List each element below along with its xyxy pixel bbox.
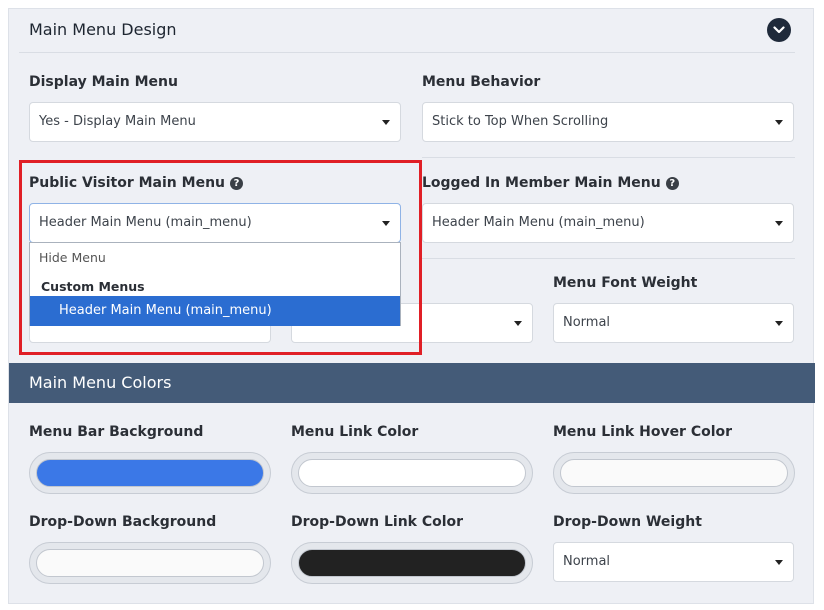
- display-main-menu-label: Display Main Menu: [29, 74, 178, 90]
- public-visitor-menu-label: Public Visitor Main Menu?: [29, 175, 244, 191]
- logged-in-menu-label: Logged In Member Main Menu?: [422, 175, 679, 191]
- menu-font-weight-label: Menu Font Weight: [553, 275, 698, 291]
- menu-bar-background-swatch[interactable]: [29, 452, 271, 494]
- menu-font-weight-select[interactable]: Normal: [553, 303, 794, 343]
- menu-link-hover-color-fill: [560, 459, 788, 487]
- dropdown-option-header-main-menu[interactable]: Header Main Menu (main_menu): [30, 296, 400, 326]
- colors-section-title: Main Menu Colors: [29, 373, 172, 392]
- caret-down-icon: [775, 120, 783, 125]
- menu-behavior-label: Menu Behavior: [422, 74, 541, 90]
- dropdown-weight-select[interactable]: Normal: [553, 542, 794, 582]
- dropdown-link-color-fill: [298, 549, 526, 577]
- caret-down-icon: [775, 321, 783, 326]
- public-visitor-menu-value: Header Main Menu (main_menu): [39, 215, 252, 230]
- public-visitor-menu-select[interactable]: Header Main Menu (main_menu): [29, 203, 401, 243]
- collapse-button[interactable]: [767, 18, 791, 42]
- dropdown-weight-value: Normal: [563, 554, 611, 569]
- caret-down-icon: [514, 321, 522, 326]
- chevron-down-icon: [773, 26, 785, 34]
- menu-link-color-label: Menu Link Color: [291, 424, 419, 440]
- menu-font-weight-value: Normal: [563, 315, 611, 330]
- display-main-menu-select[interactable]: Yes - Display Main Menu: [29, 102, 401, 142]
- caret-down-icon: [775, 221, 783, 226]
- menu-design-header: Main Menu Design: [9, 9, 815, 53]
- dropdown-group-custom-menus: Custom Menus: [41, 279, 145, 294]
- menu-link-hover-color-swatch[interactable]: [553, 452, 795, 494]
- help-icon[interactable]: ?: [665, 177, 679, 190]
- divider: [422, 157, 795, 158]
- caret-down-icon: [382, 221, 390, 226]
- logged-in-menu-label-text: Logged In Member Main Menu: [422, 175, 661, 191]
- menu-bar-background-label: Menu Bar Background: [29, 424, 204, 440]
- section-title: Main Menu Design: [29, 20, 177, 39]
- public-visitor-menu-label-text: Public Visitor Main Menu: [29, 175, 226, 191]
- menu-link-color-fill: [298, 459, 526, 487]
- dropdown-option-hide-menu[interactable]: Hide Menu: [39, 250, 106, 265]
- logged-in-menu-value: Header Main Menu (main_menu): [432, 215, 645, 230]
- display-main-menu-value: Yes - Display Main Menu: [39, 114, 196, 129]
- help-icon[interactable]: ?: [230, 177, 244, 190]
- dropdown-background-fill: [36, 549, 264, 577]
- menu-bar-background-fill: [36, 459, 264, 487]
- dropdown-weight-label: Drop-Down Weight: [553, 514, 702, 530]
- dropdown-background-label: Drop-Down Background: [29, 514, 217, 530]
- menu-behavior-select[interactable]: Stick to Top When Scrolling: [422, 102, 794, 142]
- settings-panel: Main Menu Design Display Main Menu Yes -…: [8, 8, 815, 604]
- divider: [422, 258, 795, 259]
- public-visitor-menu-dropdown: Hide Menu Custom Menus Header Main Menu …: [29, 242, 401, 326]
- menu-colors-header: Main Menu Colors: [9, 363, 815, 403]
- menu-link-color-swatch[interactable]: [291, 452, 533, 494]
- divider: [19, 52, 795, 53]
- dropdown-link-color-label: Drop-Down Link Color: [291, 514, 464, 530]
- dropdown-link-color-swatch[interactable]: [291, 542, 533, 584]
- caret-down-icon: [775, 560, 783, 565]
- menu-link-hover-color-label: Menu Link Hover Color: [553, 424, 733, 440]
- caret-down-icon: [382, 120, 390, 125]
- menu-behavior-value: Stick to Top When Scrolling: [432, 114, 609, 129]
- dropdown-background-swatch[interactable]: [29, 542, 271, 584]
- logged-in-menu-select[interactable]: Header Main Menu (main_menu): [422, 203, 794, 243]
